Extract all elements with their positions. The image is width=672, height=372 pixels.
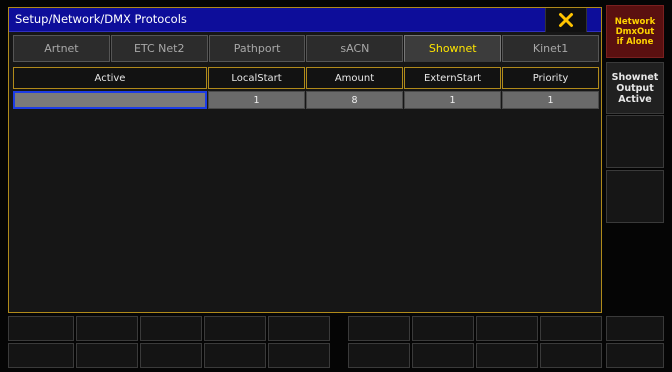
soft-key[interactable] xyxy=(140,343,202,368)
soft-key[interactable] xyxy=(412,316,474,341)
shownet-output-active-button[interactable]: Shownet Output Active xyxy=(606,62,664,114)
side-button-empty[interactable] xyxy=(606,170,664,223)
table-header-row: Active LocalStart Amount ExternStart Pri… xyxy=(13,67,599,89)
soft-key[interactable] xyxy=(540,343,602,368)
soft-key[interactable] xyxy=(348,316,410,341)
soft-key[interactable] xyxy=(606,316,664,341)
dmx-protocols-window: Setup/Network/DMX Protocols Artnet ETC N… xyxy=(8,7,602,313)
network-dmxout-label: Network DmxOut if Alone xyxy=(614,16,656,47)
column-header-priority[interactable]: Priority xyxy=(502,67,599,89)
soft-key[interactable] xyxy=(8,343,74,368)
side-button-empty[interactable] xyxy=(606,115,664,168)
soft-key[interactable] xyxy=(476,316,538,341)
protocol-table: Active LocalStart Amount ExternStart Pri… xyxy=(13,67,599,109)
tab-sacn[interactable]: sACN xyxy=(306,35,404,62)
window-title: Setup/Network/DMX Protocols xyxy=(15,12,187,26)
tab-shownet[interactable]: Shownet xyxy=(404,35,502,62)
column-header-externstart[interactable]: ExternStart xyxy=(404,67,501,89)
cell-active[interactable] xyxy=(13,91,207,109)
soft-key[interactable] xyxy=(268,316,330,341)
close-x-icon xyxy=(559,13,573,27)
soft-key[interactable] xyxy=(204,343,266,368)
soft-key[interactable] xyxy=(606,343,664,368)
table-row: 1 8 1 1 xyxy=(13,91,599,109)
close-button[interactable] xyxy=(545,8,587,32)
soft-key[interactable] xyxy=(268,343,330,368)
tab-label: sACN xyxy=(340,42,370,55)
tab-etc-net2[interactable]: ETC Net2 xyxy=(110,35,208,62)
tab-kinet1[interactable]: Kinet1 xyxy=(502,35,599,62)
cell-externstart[interactable]: 1 xyxy=(404,91,501,109)
shownet-output-label: Shownet Output Active xyxy=(611,71,659,105)
tab-label: Shownet xyxy=(428,42,477,55)
soft-key[interactable] xyxy=(476,343,538,368)
column-header-localstart[interactable]: LocalStart xyxy=(208,67,305,89)
tab-label: ETC Net2 xyxy=(133,42,185,55)
tab-artnet[interactable]: Artnet xyxy=(13,35,110,62)
column-header-active[interactable]: Active xyxy=(13,67,207,89)
title-bar: Setup/Network/DMX Protocols xyxy=(9,8,601,32)
cell-amount[interactable]: 8 xyxy=(306,91,403,109)
column-header-amount[interactable]: Amount xyxy=(306,67,403,89)
soft-key[interactable] xyxy=(540,316,602,341)
soft-key[interactable] xyxy=(76,316,138,341)
cell-localstart[interactable]: 1 xyxy=(208,91,305,109)
soft-key[interactable] xyxy=(348,343,410,368)
tab-label: Artnet xyxy=(44,42,79,55)
tab-label: Kinet1 xyxy=(532,42,569,55)
soft-key[interactable] xyxy=(76,343,138,368)
tab-pathport[interactable]: Pathport xyxy=(208,35,306,62)
tab-label: Pathport xyxy=(233,42,281,55)
cell-priority[interactable]: 1 xyxy=(502,91,599,109)
soft-key[interactable] xyxy=(140,316,202,341)
soft-key[interactable] xyxy=(412,343,474,368)
soft-key[interactable] xyxy=(204,316,266,341)
network-dmxout-button[interactable]: Network DmxOut if Alone xyxy=(606,5,664,58)
protocol-tabs: Artnet ETC Net2 Pathport sACN Shownet Ki… xyxy=(13,35,599,62)
soft-key[interactable] xyxy=(8,316,74,341)
